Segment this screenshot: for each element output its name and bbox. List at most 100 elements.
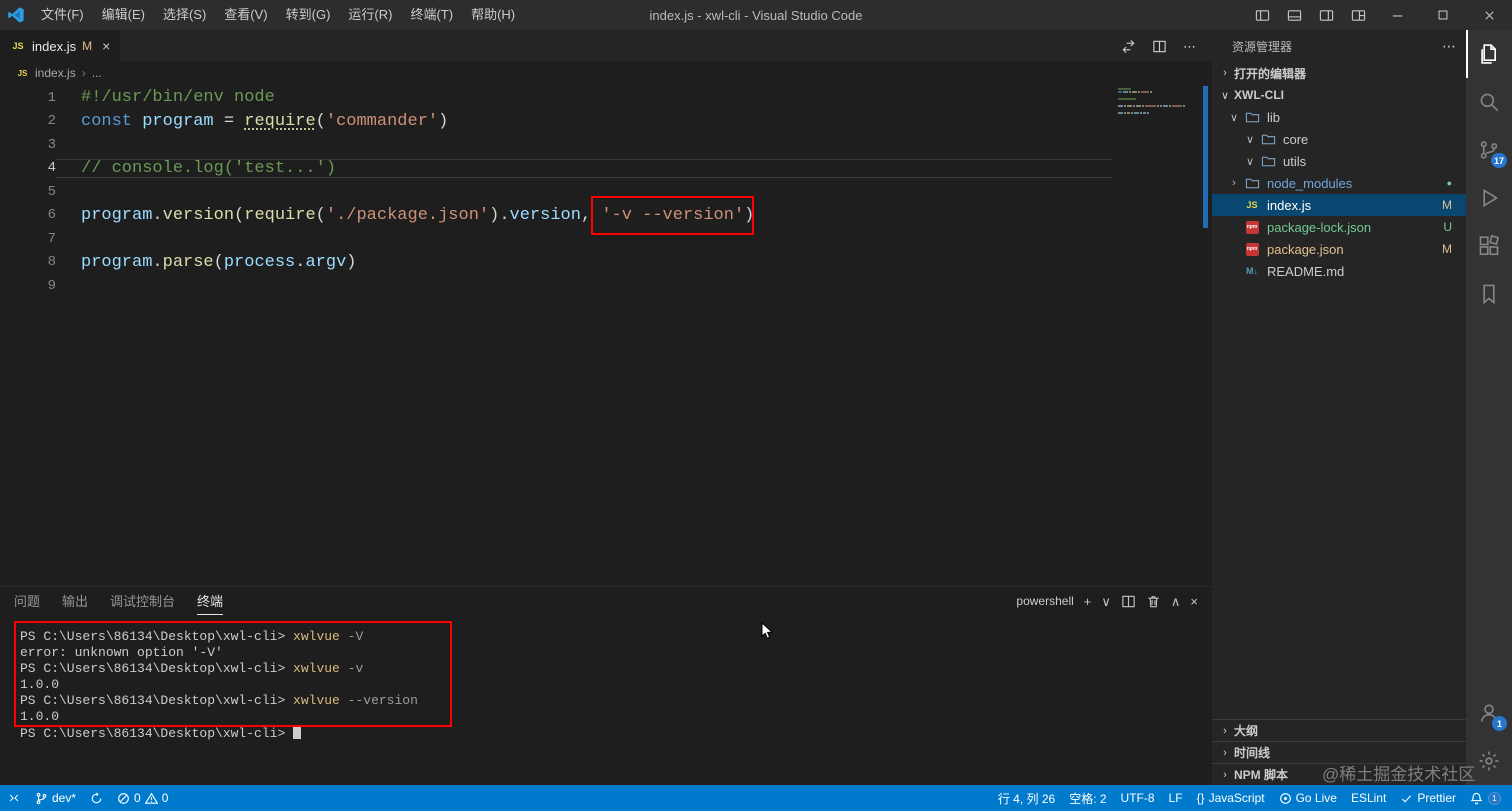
tree-item-core[interactable]: ∨ core (1212, 128, 1466, 150)
open-editors-section[interactable]: › 打开的编辑器 (1212, 62, 1466, 84)
status-badge: 1 (1488, 791, 1501, 805)
line-number: 8 (47, 254, 56, 271)
minimap-line (1118, 115, 1198, 117)
minimize-icon (1390, 8, 1405, 23)
minimize-button[interactable] (1374, 0, 1420, 30)
panel-tab-输出[interactable]: 输出 (62, 587, 88, 615)
title-bar: 文件(F) 编辑(E) 选择(S) 查看(V) 转到(G) 运行(R) 终端(T) 帮助(H)… (0, 0, 1512, 30)
project-section[interactable]: ∨ XWL-CLI (1212, 84, 1466, 106)
breadcrumb-file[interactable]: index.js (35, 66, 76, 80)
code-line[interactable]: 2 const program = require('commander') (0, 110, 1112, 134)
explorer-sidebar: 资源管理器 ⋯ › 打开的编辑器 ∨ XWL-CLI ∨ lib ∨ core ∨ uti… (1212, 30, 1466, 785)
code-token: ) (346, 252, 357, 272)
status-eol[interactable]: LF (1162, 785, 1190, 811)
npm-scripts-section[interactable]: › NPM 脚本 (1212, 763, 1466, 785)
split-icon[interactable] (1121, 594, 1136, 609)
activity-explorer[interactable] (1466, 30, 1512, 78)
code-line[interactable]: 6 program.version(require('./package.json… (0, 195, 1112, 235)
settings-gear-icon (1478, 750, 1500, 772)
chevron-down-icon[interactable]: ∨ (1101, 595, 1111, 608)
line-content: #!/usr/bin/env node (56, 88, 1112, 107)
tree-item-node_modules[interactable]: › node_modules ● (1212, 172, 1466, 194)
split-editor-icon[interactable] (1152, 39, 1167, 54)
status-remote[interactable] (0, 785, 28, 811)
code-line[interactable]: 1 #!/usr/bin/env node (0, 86, 1112, 110)
terminal-content[interactable]: PS C:\Users\86134\Desktop\xwl-cli> xwlvu… (0, 615, 1212, 785)
timeline-section[interactable]: › 时间线 (1212, 741, 1466, 763)
more-actions-icon[interactable]: ⋯ (1442, 38, 1456, 55)
code-line[interactable]: 4 // console.log('test...') (0, 157, 1112, 181)
plus-icon[interactable]: + (1084, 595, 1092, 608)
menu-item-7[interactable]: 帮助(H) (462, 0, 524, 30)
shell-selector[interactable]: powershell (1011, 594, 1073, 608)
menu-item-6[interactable]: 终端(T) (401, 0, 462, 30)
status-go-live[interactable]: Go Live (1272, 785, 1344, 811)
status-prettier[interactable]: Prettier (1393, 785, 1463, 811)
menu-item-5[interactable]: 运行(R) (339, 0, 401, 30)
layout-sidebar-left-button[interactable] (1246, 0, 1278, 30)
menu-item-0[interactable]: 文件(F) (32, 0, 93, 30)
line-content: program.parse(process.argv) (56, 253, 1112, 272)
braces-icon: {} (1196, 791, 1205, 805)
chevron-up-icon[interactable]: ∧ (1171, 595, 1181, 608)
close-icon[interactable]: × (1190, 595, 1198, 608)
activity-search[interactable] (1466, 78, 1512, 126)
code-line[interactable]: 3 (0, 133, 1112, 157)
panel-tab-问题[interactable]: 问题 (14, 587, 40, 615)
tree-item-package.json[interactable]: npm package.json M (1212, 238, 1466, 260)
panel-header: 问题 输出 调试控制台 终端 powershell + ∨ ∧ × (0, 587, 1212, 615)
panel-tab-终端[interactable]: 终端 (197, 587, 224, 615)
activity-accounts[interactable]: 1 (1466, 689, 1512, 737)
status-indentation[interactable]: 空格: 2 (1062, 785, 1113, 811)
maximize-button[interactable] (1420, 0, 1466, 30)
status-eslint[interactable]: ESLint (1344, 785, 1393, 811)
open-changes-icon[interactable] (1121, 39, 1136, 54)
close-window-button[interactable] (1466, 0, 1512, 30)
code-token: version (162, 205, 235, 225)
code-line[interactable]: 8 program.parse(process.argv) (0, 251, 1112, 275)
status-encoding[interactable]: UTF-8 (1114, 785, 1162, 811)
trash-icon[interactable] (1146, 594, 1161, 609)
menu-item-2[interactable]: 选择(S) (154, 0, 215, 30)
titlebar-controls (1246, 0, 1512, 30)
code-area[interactable]: 1 #!/usr/bin/env node 2 const program = req… (0, 84, 1112, 298)
panel-tab-调试控制台[interactable]: 调试控制台 (110, 587, 175, 615)
minimap-line (1118, 98, 1198, 101)
code-token: ( (315, 111, 326, 131)
outline-section[interactable]: › 大纲 (1212, 719, 1466, 741)
code-line[interactable]: 5 (0, 180, 1112, 204)
layout-customize-button[interactable] (1342, 0, 1374, 30)
code-line[interactable]: 9 (0, 274, 1112, 298)
minimap[interactable] (1118, 88, 1198, 119)
breadcrumb-more[interactable]: ... (92, 66, 102, 80)
file-tree: ∨ lib ∨ core ∨ utils › node_modules ● JS index.js M… (1212, 106, 1466, 282)
editor-tab-bar: JS index.js M × ⋯ (0, 30, 1212, 62)
menu-item-3[interactable]: 查看(V) (215, 0, 276, 30)
layout-sidebar-right-button[interactable] (1310, 0, 1342, 30)
menu-item-4[interactable]: 转到(G) (277, 0, 340, 30)
code-token: , (580, 205, 602, 225)
status-git-branch[interactable]: dev* (28, 785, 83, 811)
layout-panel-button[interactable] (1278, 0, 1310, 30)
close-tab-icon[interactable]: × (102, 38, 110, 54)
menu-item-1[interactable]: 编辑(E) (93, 0, 154, 30)
status-language[interactable]: {} JavaScript (1190, 785, 1272, 811)
tree-item-README.md[interactable]: M↓ README.md (1212, 260, 1466, 282)
code-line[interactable]: 7 (0, 227, 1112, 251)
activity-bookmarks[interactable] (1466, 270, 1512, 318)
tree-item-index.js[interactable]: JS index.js M (1212, 194, 1466, 216)
activity-settings[interactable] (1466, 737, 1512, 785)
tree-item-lib[interactable]: ∨ lib (1212, 106, 1466, 128)
status-problems[interactable]: 00 (110, 785, 175, 811)
tree-item-utils[interactable]: ∨ utils (1212, 150, 1466, 172)
tab-index-js[interactable]: JS index.js M × (0, 30, 122, 62)
activity-extensions[interactable] (1466, 222, 1512, 270)
status-cursor-position[interactable]: 行 4, 列 26 (991, 785, 1062, 811)
activity-run-debug[interactable] (1466, 174, 1512, 222)
tree-item-package-lock.json[interactable]: npm package-lock.json U (1212, 216, 1466, 238)
more-actions-icon[interactable]: ⋯ (1183, 40, 1196, 53)
status-notifications[interactable]: 1 (1463, 785, 1508, 811)
activity-badge: 1 (1492, 716, 1507, 731)
status-sync[interactable] (83, 785, 110, 811)
activity-source-control[interactable]: 17 (1466, 126, 1512, 174)
